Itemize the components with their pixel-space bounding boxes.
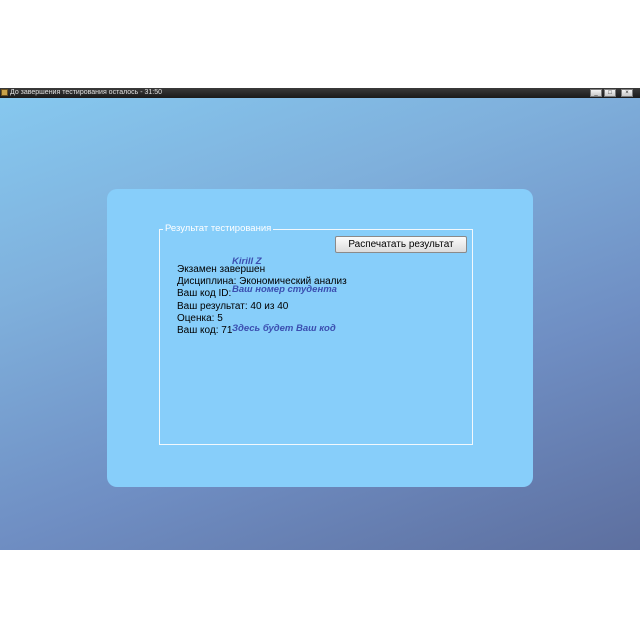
results-panel: Результат тестирования Распечатать резул… [107,189,533,487]
app-icon [1,89,8,96]
print-result-button[interactable]: Распечатать результат [335,236,467,253]
test-window: До завершения тестирования осталось - 31… [0,88,640,550]
minimize-button[interactable]: _ [590,89,602,97]
code-hint-annotation: Здесь будет Ваш код [232,323,336,334]
student-name-annotation: Kirill Z [232,256,262,267]
result-code-text: Ваш код: 71 [177,325,233,336]
window-titlebar: До завершения тестирования осталось - 31… [0,88,640,98]
close-button[interactable]: × [621,89,633,97]
window-background: Результат тестирования Распечатать резул… [0,98,640,550]
grade-text: Оценка: 5 [177,313,223,324]
student-id-label: Ваш код ID: [177,288,232,299]
results-groupbox: Результат тестирования Распечатать резул… [159,223,473,445]
window-title: До завершения тестирования осталось - 31… [10,89,163,96]
student-number-annotation: Ваш номер студента [232,284,337,295]
maximize-button[interactable]: □ [604,89,616,97]
groupbox-title: Результат тестирования [163,223,274,235]
score-text: Ваш результат: 40 из 40 [177,301,289,312]
